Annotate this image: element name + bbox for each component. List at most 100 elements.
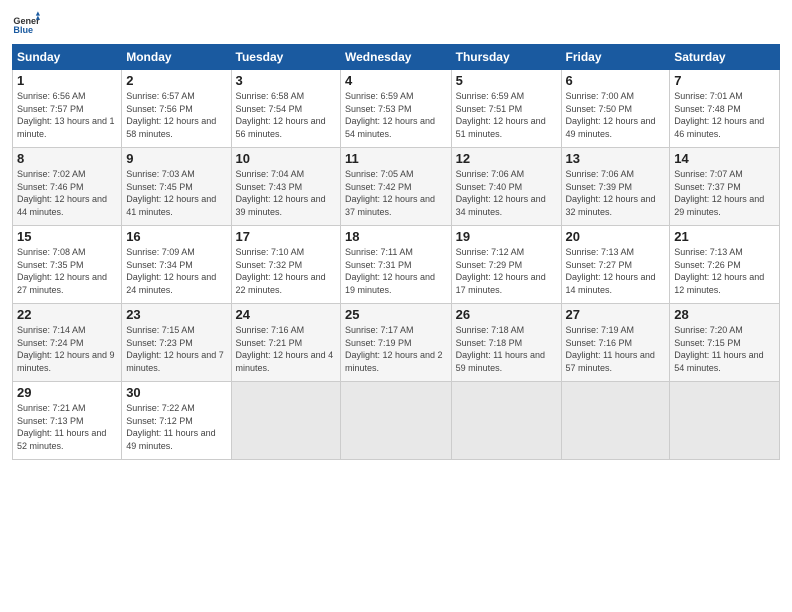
- calendar-table: SundayMondayTuesdayWednesdayThursdayFrid…: [12, 44, 780, 460]
- day-number: 13: [566, 151, 666, 166]
- day-header: Tuesday: [231, 45, 340, 70]
- day-info: Sunrise: 6:58 AM Sunset: 7:54 PM Dayligh…: [236, 90, 336, 140]
- logo-icon: General Blue: [12, 10, 40, 38]
- day-info: Sunrise: 7:10 AM Sunset: 7:32 PM Dayligh…: [236, 246, 336, 296]
- calendar-cell: [231, 382, 340, 460]
- day-info: Sunrise: 7:22 AM Sunset: 7:12 PM Dayligh…: [126, 402, 226, 452]
- calendar-week: 8 Sunrise: 7:02 AM Sunset: 7:46 PM Dayli…: [13, 148, 780, 226]
- calendar-week: 1 Sunrise: 6:56 AM Sunset: 7:57 PM Dayli…: [13, 70, 780, 148]
- day-info: Sunrise: 7:00 AM Sunset: 7:50 PM Dayligh…: [566, 90, 666, 140]
- calendar-cell: 7 Sunrise: 7:01 AM Sunset: 7:48 PM Dayli…: [670, 70, 780, 148]
- day-number: 6: [566, 73, 666, 88]
- calendar-cell: 8 Sunrise: 7:02 AM Sunset: 7:46 PM Dayli…: [13, 148, 122, 226]
- day-number: 30: [126, 385, 226, 400]
- calendar-cell: 13 Sunrise: 7:06 AM Sunset: 7:39 PM Dayl…: [561, 148, 670, 226]
- day-info: Sunrise: 7:20 AM Sunset: 7:15 PM Dayligh…: [674, 324, 775, 374]
- day-number: 9: [126, 151, 226, 166]
- day-number: 29: [17, 385, 117, 400]
- calendar-cell: 30 Sunrise: 7:22 AM Sunset: 7:12 PM Dayl…: [122, 382, 231, 460]
- logo: General Blue: [12, 10, 40, 38]
- day-header: Thursday: [451, 45, 561, 70]
- day-header: Saturday: [670, 45, 780, 70]
- calendar-cell: 14 Sunrise: 7:07 AM Sunset: 7:37 PM Dayl…: [670, 148, 780, 226]
- day-info: Sunrise: 7:21 AM Sunset: 7:13 PM Dayligh…: [17, 402, 117, 452]
- calendar-cell: 25 Sunrise: 7:17 AM Sunset: 7:19 PM Dayl…: [341, 304, 452, 382]
- day-info: Sunrise: 7:08 AM Sunset: 7:35 PM Dayligh…: [17, 246, 117, 296]
- calendar-cell: 5 Sunrise: 6:59 AM Sunset: 7:51 PM Dayli…: [451, 70, 561, 148]
- svg-text:Blue: Blue: [13, 25, 33, 35]
- day-number: 7: [674, 73, 775, 88]
- day-info: Sunrise: 7:19 AM Sunset: 7:16 PM Dayligh…: [566, 324, 666, 374]
- day-number: 12: [456, 151, 557, 166]
- day-number: 8: [17, 151, 117, 166]
- calendar-week: 22 Sunrise: 7:14 AM Sunset: 7:24 PM Dayl…: [13, 304, 780, 382]
- calendar-cell: [451, 382, 561, 460]
- calendar-cell: 24 Sunrise: 7:16 AM Sunset: 7:21 PM Dayl…: [231, 304, 340, 382]
- day-info: Sunrise: 6:59 AM Sunset: 7:53 PM Dayligh…: [345, 90, 447, 140]
- calendar-cell: 11 Sunrise: 7:05 AM Sunset: 7:42 PM Dayl…: [341, 148, 452, 226]
- day-info: Sunrise: 7:11 AM Sunset: 7:31 PM Dayligh…: [345, 246, 447, 296]
- calendar-cell: 28 Sunrise: 7:20 AM Sunset: 7:15 PM Dayl…: [670, 304, 780, 382]
- day-info: Sunrise: 7:06 AM Sunset: 7:40 PM Dayligh…: [456, 168, 557, 218]
- day-info: Sunrise: 7:03 AM Sunset: 7:45 PM Dayligh…: [126, 168, 226, 218]
- calendar-cell: 22 Sunrise: 7:14 AM Sunset: 7:24 PM Dayl…: [13, 304, 122, 382]
- day-info: Sunrise: 7:17 AM Sunset: 7:19 PM Dayligh…: [345, 324, 447, 374]
- day-info: Sunrise: 7:12 AM Sunset: 7:29 PM Dayligh…: [456, 246, 557, 296]
- calendar-cell: 3 Sunrise: 6:58 AM Sunset: 7:54 PM Dayli…: [231, 70, 340, 148]
- day-info: Sunrise: 7:14 AM Sunset: 7:24 PM Dayligh…: [17, 324, 117, 374]
- calendar-cell: 6 Sunrise: 7:00 AM Sunset: 7:50 PM Dayli…: [561, 70, 670, 148]
- day-info: Sunrise: 7:16 AM Sunset: 7:21 PM Dayligh…: [236, 324, 336, 374]
- day-info: Sunrise: 7:04 AM Sunset: 7:43 PM Dayligh…: [236, 168, 336, 218]
- day-number: 3: [236, 73, 336, 88]
- calendar-container: General Blue SundayMondayTuesdayWednesda…: [0, 0, 792, 468]
- calendar-cell: 20 Sunrise: 7:13 AM Sunset: 7:27 PM Dayl…: [561, 226, 670, 304]
- calendar-cell: 2 Sunrise: 6:57 AM Sunset: 7:56 PM Dayli…: [122, 70, 231, 148]
- day-number: 11: [345, 151, 447, 166]
- day-info: Sunrise: 7:13 AM Sunset: 7:27 PM Dayligh…: [566, 246, 666, 296]
- calendar-cell: 26 Sunrise: 7:18 AM Sunset: 7:18 PM Dayl…: [451, 304, 561, 382]
- day-header: Monday: [122, 45, 231, 70]
- day-info: Sunrise: 6:56 AM Sunset: 7:57 PM Dayligh…: [17, 90, 117, 140]
- day-header: Friday: [561, 45, 670, 70]
- day-number: 28: [674, 307, 775, 322]
- day-info: Sunrise: 7:07 AM Sunset: 7:37 PM Dayligh…: [674, 168, 775, 218]
- day-info: Sunrise: 7:13 AM Sunset: 7:26 PM Dayligh…: [674, 246, 775, 296]
- header-row: General Blue: [12, 10, 780, 38]
- day-number: 20: [566, 229, 666, 244]
- day-info: Sunrise: 6:59 AM Sunset: 7:51 PM Dayligh…: [456, 90, 557, 140]
- header-row: SundayMondayTuesdayWednesdayThursdayFrid…: [13, 45, 780, 70]
- day-info: Sunrise: 7:15 AM Sunset: 7:23 PM Dayligh…: [126, 324, 226, 374]
- calendar-cell: 29 Sunrise: 7:21 AM Sunset: 7:13 PM Dayl…: [13, 382, 122, 460]
- calendar-cell: 19 Sunrise: 7:12 AM Sunset: 7:29 PM Dayl…: [451, 226, 561, 304]
- day-number: 1: [17, 73, 117, 88]
- day-number: 22: [17, 307, 117, 322]
- day-number: 25: [345, 307, 447, 322]
- day-number: 18: [345, 229, 447, 244]
- calendar-cell: 23 Sunrise: 7:15 AM Sunset: 7:23 PM Dayl…: [122, 304, 231, 382]
- day-number: 23: [126, 307, 226, 322]
- calendar-cell: 15 Sunrise: 7:08 AM Sunset: 7:35 PM Dayl…: [13, 226, 122, 304]
- day-number: 19: [456, 229, 557, 244]
- day-number: 24: [236, 307, 336, 322]
- day-number: 27: [566, 307, 666, 322]
- day-number: 2: [126, 73, 226, 88]
- calendar-cell: 17 Sunrise: 7:10 AM Sunset: 7:32 PM Dayl…: [231, 226, 340, 304]
- day-info: Sunrise: 7:02 AM Sunset: 7:46 PM Dayligh…: [17, 168, 117, 218]
- day-number: 26: [456, 307, 557, 322]
- day-number: 4: [345, 73, 447, 88]
- calendar-cell: [670, 382, 780, 460]
- calendar-cell: [561, 382, 670, 460]
- day-info: Sunrise: 6:57 AM Sunset: 7:56 PM Dayligh…: [126, 90, 226, 140]
- day-number: 15: [17, 229, 117, 244]
- day-number: 5: [456, 73, 557, 88]
- day-info: Sunrise: 7:18 AM Sunset: 7:18 PM Dayligh…: [456, 324, 557, 374]
- day-info: Sunrise: 7:09 AM Sunset: 7:34 PM Dayligh…: [126, 246, 226, 296]
- day-info: Sunrise: 7:05 AM Sunset: 7:42 PM Dayligh…: [345, 168, 447, 218]
- calendar-cell: 27 Sunrise: 7:19 AM Sunset: 7:16 PM Dayl…: [561, 304, 670, 382]
- calendar-week: 29 Sunrise: 7:21 AM Sunset: 7:13 PM Dayl…: [13, 382, 780, 460]
- day-number: 10: [236, 151, 336, 166]
- calendar-week: 15 Sunrise: 7:08 AM Sunset: 7:35 PM Dayl…: [13, 226, 780, 304]
- day-info: Sunrise: 7:01 AM Sunset: 7:48 PM Dayligh…: [674, 90, 775, 140]
- day-number: 17: [236, 229, 336, 244]
- day-number: 16: [126, 229, 226, 244]
